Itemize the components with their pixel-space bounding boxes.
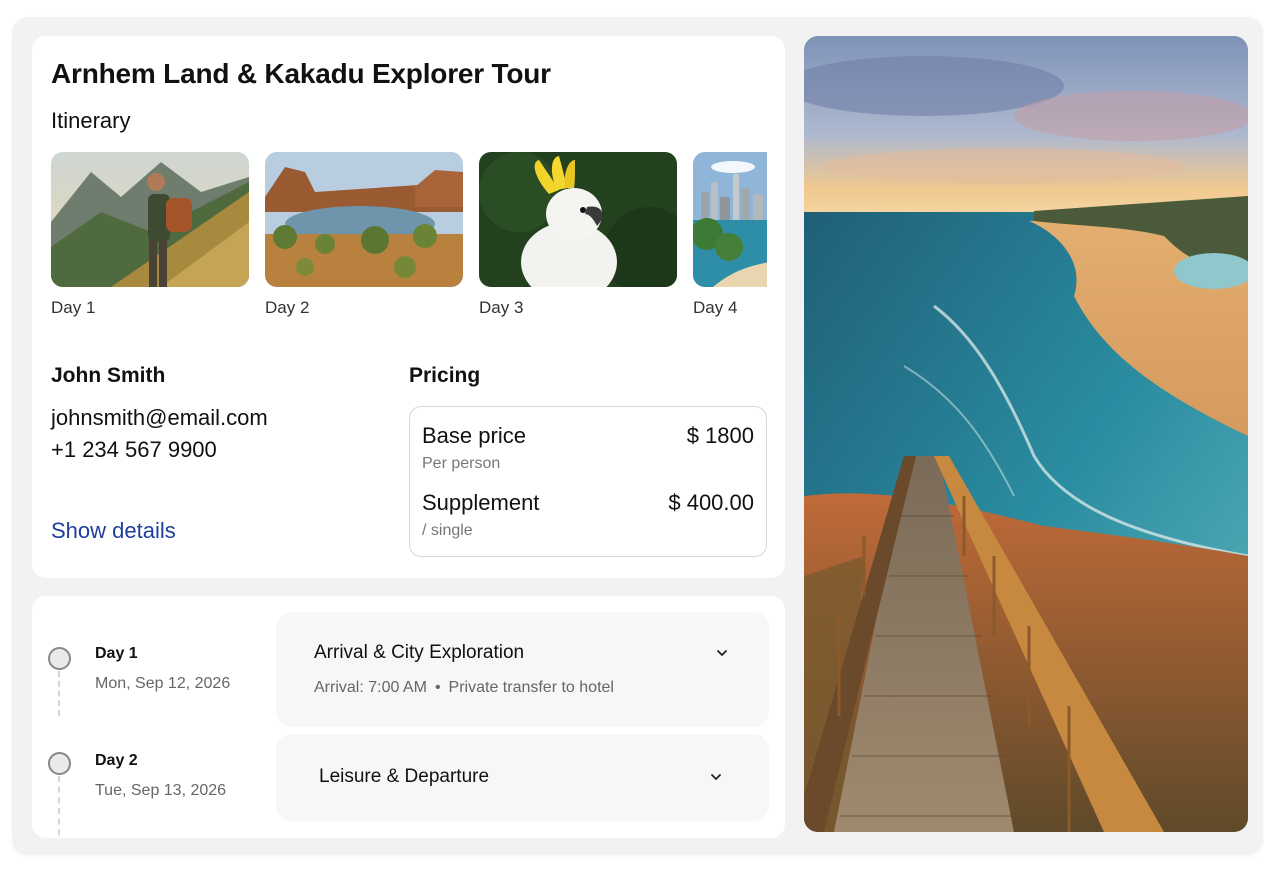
gallery-item-day-4[interactable]: Day 4 [693,152,767,318]
contact-email: johnsmith@email.com [51,405,268,430]
schedule-date: Tue, Sep 13, 2026 [95,782,227,799]
base-price-amount: $ 1800 [686,423,754,448]
arrival-time: Arrival: 7:00 AM [314,679,427,696]
contact-phone: +1 234 567 9900 [51,437,217,462]
gallery-caption: Day 4 [693,298,738,317]
meta-separator: • [434,679,441,696]
tour-summary-card: Arnhem Land & Kakadu Explorer Tour Itine… [32,36,785,578]
schedule-card: Day 1 Mon, Sep 12, 2026 Arrival & City E… [32,596,785,838]
pricing-panel: Base price $ 1800 Per person Supplement … [409,406,767,557]
contact-name: John Smith [51,364,166,387]
gallery-item-day-3[interactable]: Day 3 [479,152,677,318]
supplement-unit: / single [422,522,473,539]
schedule-date: Mon, Sep 12, 2026 [95,675,231,692]
hiker-mountain-photo [51,152,249,287]
schedule-day-label: Day 1 [95,645,138,662]
transfer-info: Private transfer to hotel [448,679,614,696]
timeline-connector [58,671,60,716]
chevron-down-icon[interactable] [715,646,729,660]
timeline-node-day-2 [48,752,71,775]
gallery-caption: Day 1 [51,298,96,317]
pricing-heading: Pricing [409,364,481,387]
outback-lake-photo [265,152,463,287]
city-coast-photo [693,152,767,287]
gallery-item-day-1[interactable]: Day 1 [51,152,249,318]
supplement-row: Supplement $ 400.00 / single [422,490,754,540]
cockatoo-photo [479,152,677,287]
base-price-unit: Per person [422,455,501,472]
accordion-title: Arrival & City Exploration [314,642,525,663]
coastal-boardwalk-photo [804,36,1248,832]
itinerary-heading: Itinerary [51,108,131,133]
accordion-title: Leisure & Departure [319,766,490,787]
chevron-down-icon[interactable] [709,770,723,784]
supplement-amount: $ 400.00 [668,490,754,515]
gallery-item-day-2[interactable]: Day 2 [265,152,463,318]
accordion-day-1[interactable]: Arrival & City Exploration Arrival: 7:00… [276,612,769,727]
page-title: Arnhem Land & Kakadu Explorer Tour [51,58,551,89]
accordion-meta: Arrival: 7:00 AM • Private transfer to hot… [314,679,614,697]
gallery-caption: Day 2 [265,298,310,317]
timeline-connector [58,776,60,838]
accordion-day-2[interactable]: Leisure & Departure [276,734,769,821]
timeline-node-day-1 [48,647,71,670]
itinerary-gallery[interactable]: Day 1 Day 2 Day 3 Day 4 [51,152,767,322]
schedule-day-label: Day 2 [95,752,138,769]
base-price-row: Base price $ 1800 Per person [422,423,754,473]
gallery-caption: Day 3 [479,298,524,317]
show-details-link[interactable]: Show details [51,518,176,544]
